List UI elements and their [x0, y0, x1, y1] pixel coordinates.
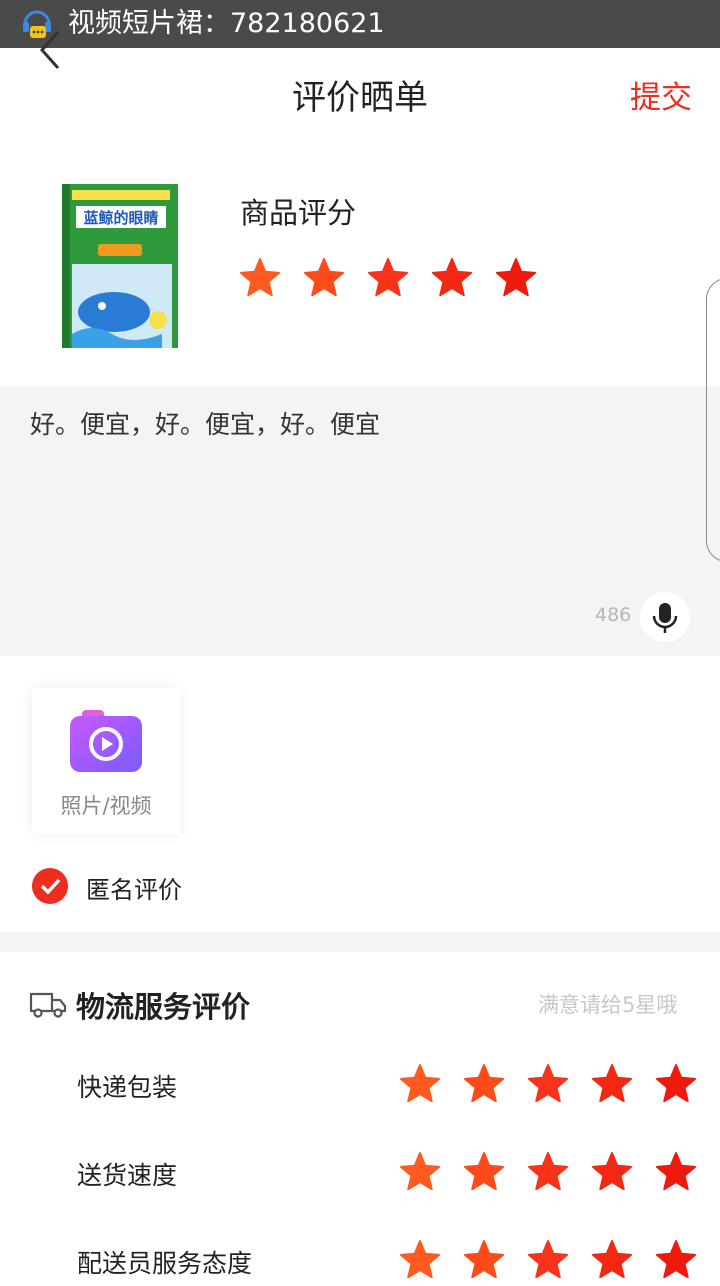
voice-input-button[interactable]	[640, 592, 690, 642]
star-icon[interactable]	[399, 1240, 441, 1279]
banner-text: 视频短片裙：782180621	[68, 8, 385, 39]
chevron-left-icon	[39, 31, 60, 69]
camera-video-icon	[70, 710, 142, 772]
star-icon[interactable]	[495, 258, 537, 297]
star-icon[interactable]	[655, 1152, 697, 1191]
star-icon[interactable]	[527, 1064, 569, 1103]
logistics-title: 物流服务评价	[76, 990, 251, 1024]
anonymous-checkbox[interactable]	[32, 868, 68, 904]
upload-label: 照片/视频	[60, 794, 152, 818]
notification-banner: 视频短片裙：782180621	[0, 0, 720, 48]
cover-title: 蓝鲸的眼睛	[83, 209, 158, 227]
star-icon[interactable]	[655, 1064, 697, 1103]
star-icon[interactable]	[463, 1152, 505, 1191]
star-icon[interactable]	[655, 1240, 697, 1279]
comment-text: 好。便宜，好。便宜，好。便宜	[30, 410, 381, 439]
row-label-delivery-speed: 送货速度	[77, 1161, 178, 1190]
stars-group	[399, 1064, 697, 1103]
star-icon[interactable]	[367, 258, 409, 297]
char-count: 486	[595, 604, 632, 626]
submit-button[interactable]: 提交	[630, 48, 710, 148]
product-rating-label: 商品评分	[240, 196, 357, 230]
star-icon[interactable]	[463, 1240, 505, 1279]
star-icon[interactable]	[591, 1064, 633, 1103]
delivery-speed-rating-stars[interactable]	[396, 1150, 706, 1194]
star-icon[interactable]	[399, 1152, 441, 1191]
anonymous-label: 匿名评价	[86, 876, 182, 904]
truck-icon	[28, 990, 68, 1018]
microphone-icon	[652, 603, 678, 633]
courier-attitude-rating-stars[interactable]	[396, 1238, 706, 1282]
star-icon[interactable]	[239, 258, 281, 297]
nav-bar	[0, 48, 720, 148]
section-divider	[0, 932, 720, 952]
back-button[interactable]	[32, 28, 68, 72]
logistics-hint: 满意请给5星哦	[538, 993, 678, 1017]
star-icon[interactable]	[431, 258, 473, 297]
checkmark-icon	[32, 868, 68, 904]
star-icon[interactable]	[463, 1064, 505, 1103]
stars-group	[239, 258, 537, 297]
stars-group	[399, 1152, 697, 1191]
product-image: 蓝鲸的眼睛	[62, 184, 178, 348]
stars-group	[399, 1240, 697, 1279]
star-icon[interactable]	[527, 1152, 569, 1191]
star-icon[interactable]	[591, 1240, 633, 1279]
row-label-packaging: 快递包装	[77, 1073, 178, 1102]
star-icon[interactable]	[591, 1152, 633, 1191]
packaging-rating-stars[interactable]	[396, 1062, 706, 1106]
star-icon[interactable]	[527, 1240, 569, 1279]
side-edge-handle	[706, 278, 720, 562]
row-label-courier-attitude: 配送员服务态度	[77, 1249, 253, 1278]
product-rating-stars[interactable]	[236, 256, 546, 300]
star-icon[interactable]	[399, 1064, 441, 1103]
star-icon[interactable]	[303, 258, 345, 297]
upload-media-button[interactable]: 照片/视频	[32, 688, 180, 834]
